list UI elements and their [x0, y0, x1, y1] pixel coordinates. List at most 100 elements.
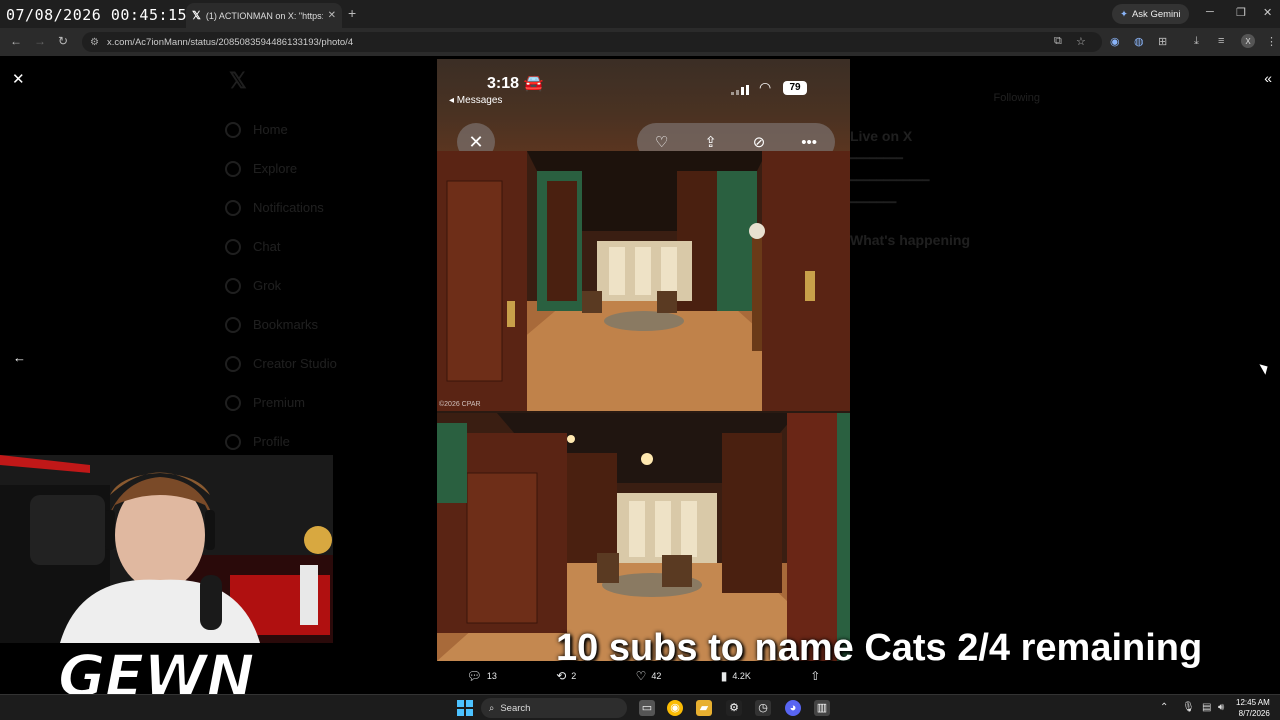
- nav-item-label: Chat: [253, 239, 281, 254]
- background-nav-item: Grok: [225, 266, 337, 305]
- task-view-icon[interactable]: ▭: [639, 700, 655, 716]
- nav-item-label: Explore: [253, 161, 298, 176]
- background-nav-item: Bookmarks: [225, 305, 337, 344]
- browser-tab[interactable]: 𝕏 (1) ACTIONMAN on X: "https:// ✕: [186, 3, 342, 28]
- downloads-icon[interactable]: ⤓: [1194, 35, 1199, 48]
- menu-icon[interactable]: ⋮: [1266, 35, 1277, 48]
- background-nav-item: Explore: [225, 149, 337, 188]
- repost-button[interactable]: ⟲ 2: [556, 669, 576, 683]
- back-icon[interactable]: ←: [10, 34, 22, 48]
- chrome-icon[interactable]: ◉: [667, 700, 683, 716]
- tray-overflow-icon[interactable]: ⌃: [1160, 702, 1168, 713]
- taskbar-time: 12:45 AM: [1236, 698, 1270, 707]
- minimize-icon[interactable]: ─: [1206, 6, 1214, 18]
- nav-item-icon: [225, 121, 241, 138]
- nav-item-label: Premium: [253, 395, 306, 410]
- extension-audio-icon[interactable]: ◍: [1134, 35, 1144, 48]
- file-explorer-icon[interactable]: ▰: [696, 700, 712, 716]
- photo-image: 3:18 🚘 ◂ Messages ◠ 79 ✕ ♡ ⇪ ⊘ ••• ©2026…: [437, 59, 850, 661]
- microphone-icon[interactable]: 🎙︎: [1182, 702, 1195, 713]
- profile-avatar[interactable]: X: [1241, 34, 1255, 48]
- nav-item-icon: [225, 238, 241, 255]
- install-app-icon[interactable]: ⧉: [1054, 35, 1062, 48]
- phone-back-messages: ◂ Messages: [449, 95, 503, 106]
- bookmark-star-icon[interactable]: ☆: [1076, 35, 1086, 48]
- gemini-spark-icon: ✦: [1120, 8, 1128, 20]
- like-button[interactable]: ♡ 42: [636, 669, 662, 683]
- nav-item-label: Grok: [253, 278, 282, 293]
- screen: 07/08/2026 00:45:15 𝕏 (1) ACTIONMAN on X…: [0, 0, 1280, 720]
- taskbar-clock[interactable]: 12:45 AM 8/7/2026: [1236, 697, 1270, 719]
- reading-mode-icon[interactable]: ≡: [1218, 35, 1224, 47]
- collapse-panel-icon[interactable]: «: [1264, 70, 1272, 86]
- share-icon: ⇪: [704, 134, 717, 151]
- tab-title: (1) ACTIONMAN on X: "https://: [205, 10, 323, 21]
- views-count: 4.2K: [732, 671, 751, 681]
- background-sidebar: 𝕏 Home Explore Notifications Chat Grok Bookma…: [225, 68, 337, 461]
- heart-icon: ♡: [654, 134, 669, 151]
- library-photo-bottom: [437, 413, 850, 661]
- reply-count: 13: [486, 671, 497, 681]
- nav-item-icon: [225, 199, 241, 216]
- repost-count: 2: [571, 671, 577, 681]
- discord-icon[interactable]: ◕: [785, 700, 801, 716]
- extension-gemini-icon[interactable]: ◉: [1110, 35, 1120, 48]
- background-nav-item: Creator Studio: [225, 344, 337, 383]
- window-close-icon[interactable]: ✕: [1263, 6, 1272, 19]
- background-right-column: Following Live on X ━━━━━━━━ ━━━━━━━━━━━…: [850, 92, 1050, 256]
- background-nav-item: Premium: [225, 383, 337, 422]
- forward-icon[interactable]: →: [34, 34, 46, 48]
- tab-close-icon[interactable]: ✕: [328, 10, 336, 21]
- reply-icon: 💬︎: [466, 669, 482, 683]
- volume-icon[interactable]: 🔊︎: [1218, 702, 1224, 713]
- url-text: x.com/Ac7ionMann/status/2085083594486133…: [106, 36, 354, 48]
- search-icon: ⌕: [489, 702, 495, 714]
- library-photo-top: [437, 151, 850, 411]
- background-nav-item: Notifications: [225, 188, 337, 227]
- browser-tab-bar: 07/08/2026 00:45:15 𝕏 (1) ACTIONMAN on X…: [0, 0, 1280, 28]
- windows-taskbar: ⌕ Search ▭ ◉ ▰ ⚙ ◷ ◕ ▥ ⌃ 🎙︎ ▤ 🔊︎ 12:45 A…: [0, 694, 1280, 720]
- follow-button: Following: [993, 92, 1040, 104]
- ask-gemini-button[interactable]: ✦ Ask Gemini: [1112, 4, 1189, 24]
- nav-item-icon: [225, 277, 241, 294]
- live-heading: Live on X: [850, 128, 913, 144]
- close-media-icon[interactable]: ✕: [12, 70, 25, 88]
- placeholder-line: ━━━━━━━━: [850, 153, 903, 165]
- sub-goal-banner: 10 subs to name Cats 2/4 remaining: [556, 627, 1203, 669]
- placeholder-line: ━━━━━━━: [850, 197, 897, 209]
- browser-toolbar: ← → ↻ ⚙ x.com/Ac7ionMann/status/20850835…: [0, 28, 1280, 56]
- nav-item-icon: [225, 394, 241, 411]
- mouse-cursor-icon: [1259, 361, 1271, 375]
- car-icon: 🚘: [523, 75, 544, 92]
- reply-button[interactable]: 💬︎ 13: [467, 669, 497, 683]
- background-nav-item: Chat: [225, 227, 337, 266]
- windows-start-icon[interactable]: [457, 700, 473, 716]
- more-icon: •••: [801, 133, 818, 151]
- views-button[interactable]: ▮ 4.2K: [721, 669, 751, 683]
- restore-icon[interactable]: ❐: [1236, 6, 1246, 19]
- views-icon: ▮: [720, 669, 728, 683]
- new-tab-button[interactable]: +: [348, 5, 356, 21]
- clock-app-icon[interactable]: ◷: [755, 700, 771, 716]
- repost-icon: ⟲: [556, 669, 567, 683]
- site-info-icon[interactable]: ⚙: [90, 37, 99, 48]
- audio-app-icon[interactable]: ▥: [814, 700, 830, 716]
- signal-icon: [731, 85, 749, 95]
- network-icon[interactable]: ▤: [1202, 702, 1211, 713]
- nav-item-label: Home: [253, 122, 288, 137]
- battery-badge: 79: [783, 81, 807, 95]
- previous-photo-icon[interactable]: ←: [13, 350, 26, 365]
- nav-item-label: Notifications: [253, 200, 324, 215]
- nav-item-icon: [225, 316, 241, 333]
- nav-item-label: Bookmarks: [253, 317, 319, 332]
- share-post-button[interactable]: ⇧: [810, 669, 820, 683]
- nav-item-label: Creator Studio: [253, 356, 337, 371]
- reload-icon[interactable]: ↻: [58, 34, 68, 48]
- extensions-puzzle-icon[interactable]: ⊞: [1158, 35, 1167, 48]
- taskbar-search[interactable]: ⌕ Search: [481, 698, 627, 718]
- steam-icon[interactable]: ⚙: [726, 700, 742, 716]
- address-bar[interactable]: ⚙ x.com/Ac7ionMann/status/20850835944861…: [82, 32, 1102, 52]
- nav-item-icon: [225, 355, 241, 372]
- photo-copyright: ©2026 CPAR: [439, 401, 481, 408]
- nav-item-icon: [225, 160, 241, 177]
